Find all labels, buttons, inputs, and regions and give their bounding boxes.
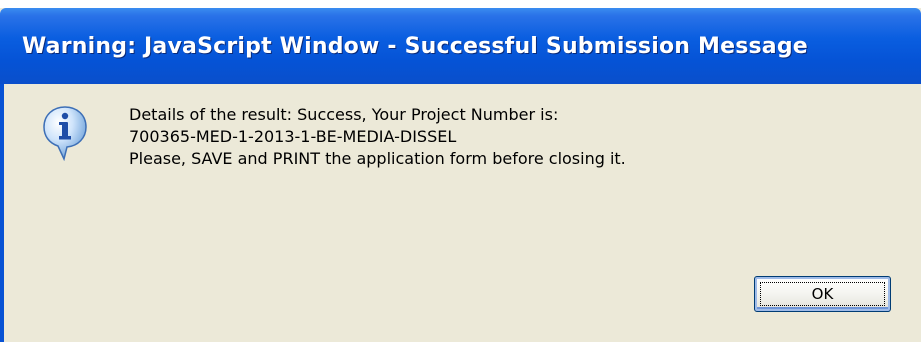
info-icon: [43, 106, 87, 161]
message-text: Details of the result: Success, Your Pro…: [129, 104, 626, 170]
titlebar[interactable]: Warning: JavaScript Window - Successful …: [0, 8, 921, 84]
titlebar-top-strip: [0, 0, 921, 8]
message-line: 700365-MED-1-2013-1-BE-MEDIA-DISSEL: [129, 127, 457, 146]
message-dialog: Warning: JavaScript Window - Successful …: [0, 0, 921, 342]
ok-button[interactable]: OK: [754, 276, 891, 312]
ok-button-label: OK: [811, 285, 834, 303]
message-line: Details of the result: Success, Your Pro…: [129, 105, 559, 124]
dialog-title: Warning: JavaScript Window - Successful …: [22, 34, 808, 59]
message-line: Please, SAVE and PRINT the application f…: [129, 149, 626, 168]
